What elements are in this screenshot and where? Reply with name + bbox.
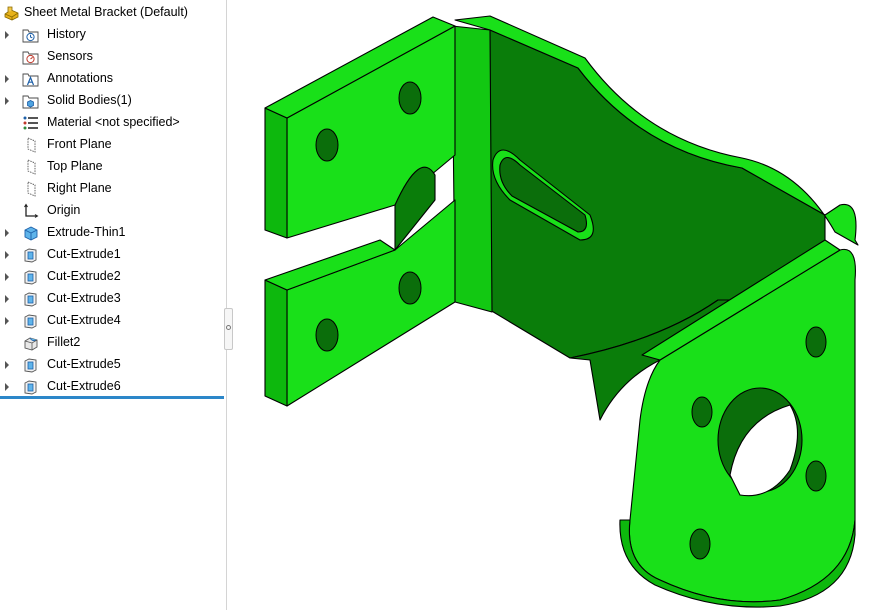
tree-root-label: Sheet Metal Bracket (Default): [24, 5, 188, 19]
fillet-icon: [24, 337, 38, 351]
tree-item-cut-extrude4[interactable]: Cut-Extrude4: [0, 310, 224, 332]
tree-item-label: Annotations: [47, 71, 114, 85]
tree-item-label: Material <not specified>: [47, 115, 180, 129]
expand-arrow-icon[interactable]: [5, 97, 9, 105]
cut-extrude-icon: [24, 358, 37, 373]
lower-tab-side: [264, 279, 288, 407]
hole: [398, 271, 422, 305]
tree-item-label: Sensors: [47, 49, 93, 63]
tree-root[interactable]: Sheet Metal Bracket (Default): [0, 2, 224, 24]
tree-item-label: Front Plane: [47, 137, 112, 151]
expand-arrow-icon[interactable]: [5, 361, 9, 369]
tree-item-label: Cut-Extrude4: [47, 313, 121, 327]
hole: [805, 326, 827, 358]
tree-item-fillet2[interactable]: Fillet2: [0, 332, 224, 354]
hole: [805, 460, 827, 492]
tree-item-label: History: [47, 27, 86, 41]
tree-item-cut-extrude2[interactable]: Cut-Extrude2: [0, 266, 224, 288]
expand-arrow-icon[interactable]: [5, 229, 9, 237]
bend-strip: [451, 25, 493, 313]
annotations-folder-icon: [22, 73, 39, 87]
tree-item-label: Right Plane: [47, 181, 112, 195]
tree-item-label: Top Plane: [47, 159, 103, 173]
tree-item-label: Cut-Extrude5: [47, 357, 121, 371]
tree-item-label: Cut-Extrude1: [47, 247, 121, 261]
cut-extrude-icon: [24, 270, 37, 285]
tree-item-label: Fillet2: [47, 335, 81, 349]
hole: [398, 81, 422, 115]
cut-extrude-icon: [24, 248, 37, 263]
plane-icon: [27, 159, 36, 175]
expand-arrow-icon[interactable]: [5, 251, 9, 259]
tree-item-annotations[interactable]: Annotations: [0, 68, 224, 90]
expand-arrow-icon[interactable]: [5, 31, 9, 39]
tree-item-cut-extrude1[interactable]: Cut-Extrude1: [0, 244, 224, 266]
tree-item-label: Solid Bodies(1): [47, 93, 132, 107]
tree-item-top-plane[interactable]: Top Plane: [0, 156, 224, 178]
history-folder-icon: [22, 29, 39, 43]
solid-bodies-folder-icon: [22, 95, 39, 109]
material-icon: [23, 116, 38, 130]
plane-icon: [27, 181, 36, 197]
tree-item-label: Cut-Extrude6: [47, 379, 121, 393]
upper-tab-side: [264, 107, 288, 239]
rollback-bar[interactable]: [0, 396, 224, 399]
origin-icon: [24, 203, 39, 218]
bracket-model: [264, 15, 859, 608]
tree-item-history[interactable]: History: [0, 24, 224, 46]
tree-item-material[interactable]: Material <not specified>: [0, 112, 224, 134]
cut-extrude-icon: [24, 380, 37, 395]
tree-item-front-plane[interactable]: Front Plane: [0, 134, 224, 156]
tree-item-cut-extrude5[interactable]: Cut-Extrude5: [0, 354, 224, 376]
tree-item-origin[interactable]: Origin: [0, 200, 224, 222]
feature-manager-tree: Sheet Metal Bracket (Default) History Se…: [0, 0, 227, 610]
tree-item-label: Cut-Extrude2: [47, 269, 121, 283]
expand-arrow-icon[interactable]: [5, 273, 9, 281]
plane-icon: [27, 137, 36, 153]
tree-item-label: Cut-Extrude3: [47, 291, 121, 305]
tree-item-label: Extrude-Thin1: [47, 225, 126, 239]
cut-extrude-icon: [24, 314, 37, 329]
tree-item-extrude-thin1[interactable]: Extrude-Thin1: [0, 222, 224, 244]
tree-item-cut-extrude3[interactable]: Cut-Extrude3: [0, 288, 224, 310]
tree-item-solid-bodies[interactable]: Solid Bodies(1): [0, 90, 224, 112]
hole: [689, 528, 711, 560]
hole: [315, 318, 339, 352]
hole: [691, 396, 713, 428]
expand-arrow-icon[interactable]: [5, 75, 9, 83]
sensors-folder-icon: [22, 51, 39, 65]
expand-arrow-icon[interactable]: [5, 383, 9, 391]
extrude-thin-icon: [24, 226, 38, 241]
expand-arrow-icon[interactable]: [5, 317, 9, 325]
tree-item-sensors[interactable]: Sensors: [0, 46, 224, 68]
tree-item-cut-extrude6[interactable]: Cut-Extrude6: [0, 376, 224, 398]
cut-extrude-icon: [24, 292, 37, 307]
graphics-viewport[interactable]: [228, 0, 886, 610]
expand-arrow-icon[interactable]: [5, 295, 9, 303]
part-icon: [4, 6, 19, 21]
hole: [315, 128, 339, 162]
lower-tab-face: [286, 199, 456, 407]
tree-item-right-plane[interactable]: Right Plane: [0, 178, 224, 200]
tree-item-label: Origin: [47, 203, 81, 217]
